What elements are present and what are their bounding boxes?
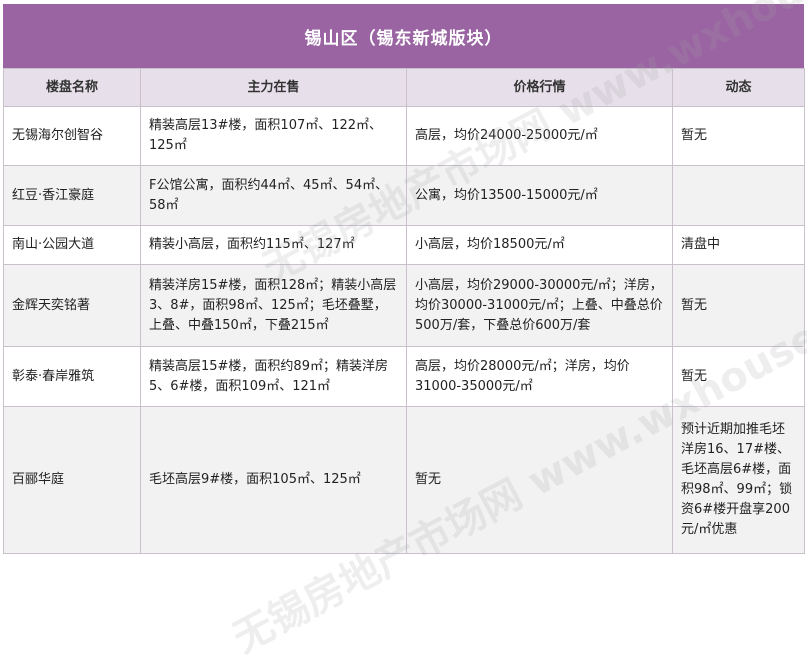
header-price: 价格行情 [406,68,673,107]
price: 高层，均价28000元/㎡；洋房，均价31000-35000元/㎡ [406,346,673,407]
main-sales: 精装小高层，面积约115㎡、127㎡ [140,225,407,265]
table-row: 南山·公园大道 精装小高层，面积约115㎡、127㎡ 小高层，均价18500元/… [3,225,805,265]
page: 锡山区（锡东新城版块） 楼盘名称 主力在售 价格行情 动态 无锡海尔创智谷 精装… [0,0,807,662]
table-row: 百郦华庭 毛坯高层9#楼，面积105㎡、125㎡ 暂无 预计近期加推毛坯洋房16… [3,406,805,554]
status: 暂无 [672,106,805,166]
property-name: 南山·公园大道 [3,225,141,265]
price: 小高层，均价18500元/㎡ [406,225,673,265]
property-table: 楼盘名称 主力在售 价格行情 动态 无锡海尔创智谷 精装高层13#楼，面积107… [3,68,805,554]
price: 小高层，均价29000-30000元/㎡；洋房，均价30000-31000元/㎡… [406,264,673,347]
property-name: 百郦华庭 [3,406,141,554]
table-row: 无锡海尔创智谷 精装高层13#楼，面积107㎡、122㎡、125㎡ 高层，均价2… [3,106,805,166]
price: 公寓，均价13500-15000元/㎡ [406,165,673,226]
property-name: 金辉天奕铭著 [3,264,141,347]
main-sales: F公馆公寓，面积约44㎡、45㎡、54㎡、58㎡ [140,165,407,226]
status: 暂无 [672,346,805,407]
property-name: 红豆·香江豪庭 [3,165,141,226]
status: 预计近期加推毛坯洋房16、17#楼、毛坯高层6#楼，面积98㎡、99㎡；锁资6#… [672,406,805,554]
header-main-sales: 主力在售 [140,68,407,107]
status: 清盘中 [672,225,805,265]
property-name: 无锡海尔创智谷 [3,106,141,166]
main-sales: 精装高层13#楼，面积107㎡、122㎡、125㎡ [140,106,407,166]
table-title: 锡山区（锡东新城版块） [3,4,804,68]
header-status: 动态 [672,68,805,107]
main-sales: 精装高层15#楼，面积约89㎡；精装洋房5、6#楼，面积109㎡、121㎡ [140,346,407,407]
main-sales: 毛坯高层9#楼，面积105㎡、125㎡ [140,406,407,554]
header-property-name: 楼盘名称 [3,68,141,107]
table-row: 金辉天奕铭著 精装洋房15#楼，面积128㎡；精装小高层3、8#，面积98㎡、1… [3,264,805,347]
table-row: 红豆·香江豪庭 F公馆公寓，面积约44㎡、45㎡、54㎡、58㎡ 公寓，均价13… [3,165,805,226]
price: 高层，均价24000-25000元/㎡ [406,106,673,166]
property-name: 彰泰·春岸雅筑 [3,346,141,407]
main-sales: 精装洋房15#楼，面积128㎡；精装小高层3、8#，面积98㎡、125㎡；毛坯叠… [140,264,407,347]
status: 暂无 [672,264,805,347]
table-row: 彰泰·春岸雅筑 精装高层15#楼，面积约89㎡；精装洋房5、6#楼，面积109㎡… [3,346,805,407]
price: 暂无 [406,406,673,554]
status [672,165,805,226]
header-row: 楼盘名称 主力在售 价格行情 动态 [3,68,805,107]
